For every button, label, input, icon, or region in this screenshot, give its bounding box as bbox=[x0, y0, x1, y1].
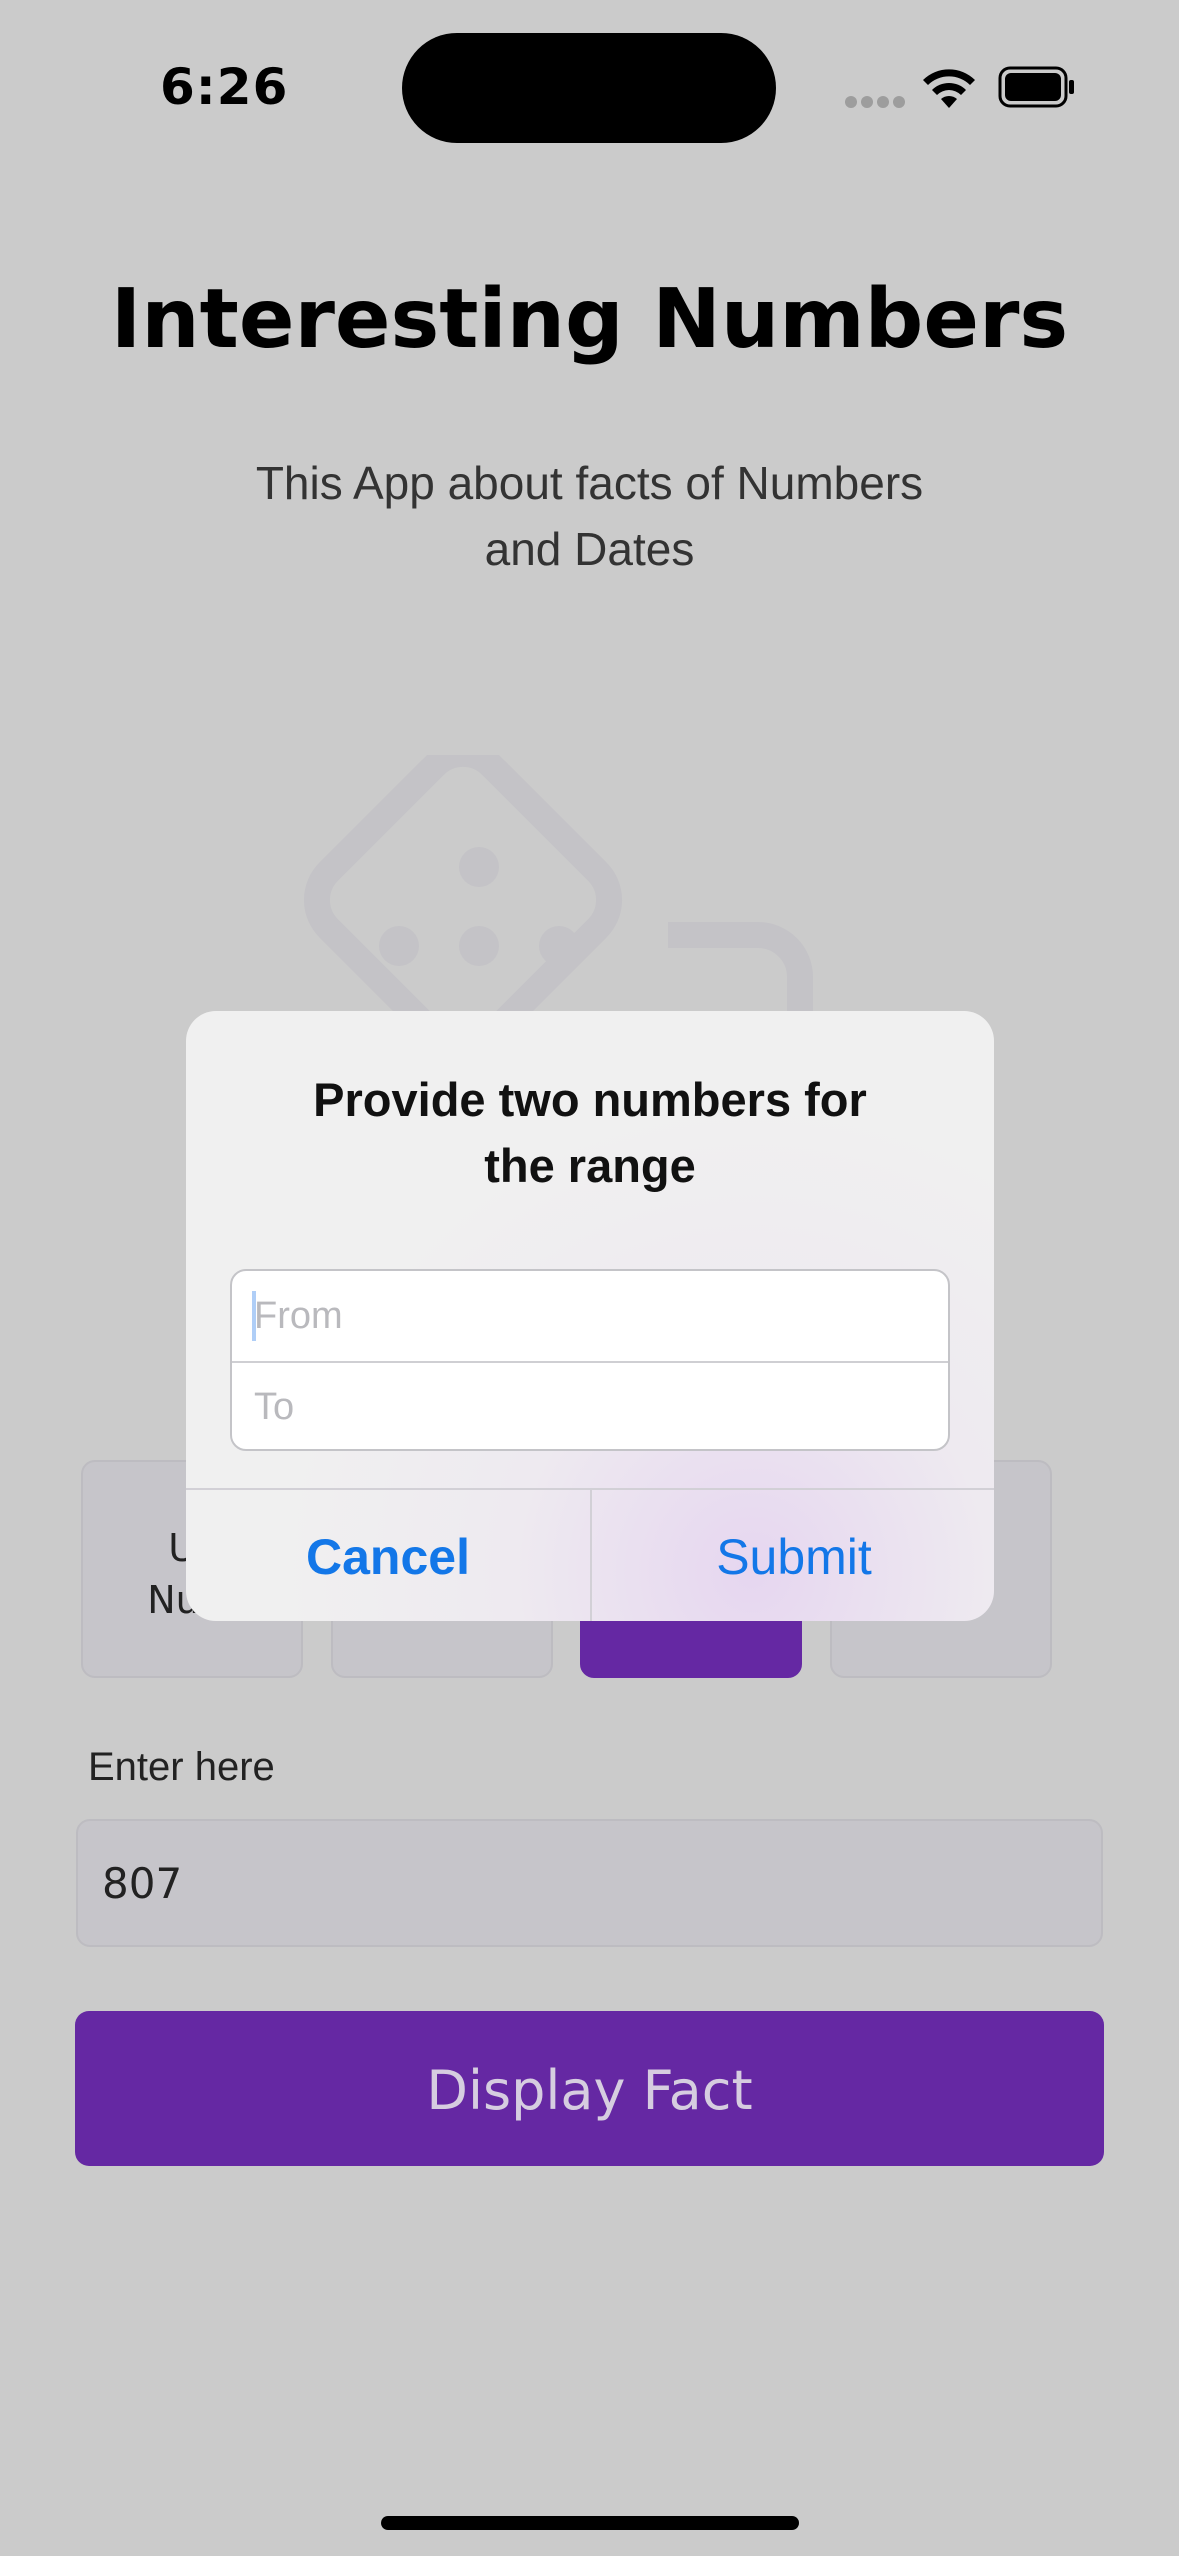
submit-button[interactable]: Submit bbox=[592, 1490, 994, 1621]
wifi-icon bbox=[923, 69, 975, 108]
cellular-signal-icon bbox=[845, 96, 905, 110]
number-input-value: 807 bbox=[102, 1859, 183, 1908]
alert-title: Provide two numbers for the range bbox=[226, 1067, 954, 1199]
dynamic-island bbox=[402, 33, 776, 143]
status-time: 6:26 bbox=[160, 58, 289, 116]
subtitle-line-2: and Dates bbox=[484, 523, 695, 575]
page-title: Interesting Numbers bbox=[110, 272, 1069, 367]
display-fact-label: Display Fact bbox=[426, 2059, 753, 2122]
from-placeholder: From bbox=[254, 1295, 343, 1337]
to-placeholder: To bbox=[254, 1386, 295, 1428]
battery-icon bbox=[998, 66, 1074, 108]
alert-title-line-2: the range bbox=[484, 1139, 696, 1192]
from-field[interactable]: From bbox=[232, 1271, 948, 1363]
subtitle-line-1: This App about facts of Numbers bbox=[255, 457, 924, 509]
range-fields: From To bbox=[230, 1269, 950, 1451]
to-field[interactable]: To bbox=[232, 1362, 948, 1449]
home-indicator[interactable] bbox=[381, 2516, 799, 2530]
submit-label: Submit bbox=[716, 1529, 872, 1585]
page-subtitle: This App about facts of Numbers and Date… bbox=[210, 450, 969, 582]
cancel-label: Cancel bbox=[306, 1529, 470, 1585]
number-input[interactable]: 807 bbox=[76, 1819, 1103, 1947]
input-label: Enter here bbox=[88, 1745, 275, 1789]
display-fact-button[interactable]: Display Fact bbox=[75, 2011, 1104, 2166]
alert-title-line-1: Provide two numbers for bbox=[313, 1073, 867, 1126]
range-alert-dialog: Provide two numbers for the range From T… bbox=[186, 1011, 994, 1621]
cancel-button[interactable]: Cancel bbox=[186, 1490, 590, 1621]
